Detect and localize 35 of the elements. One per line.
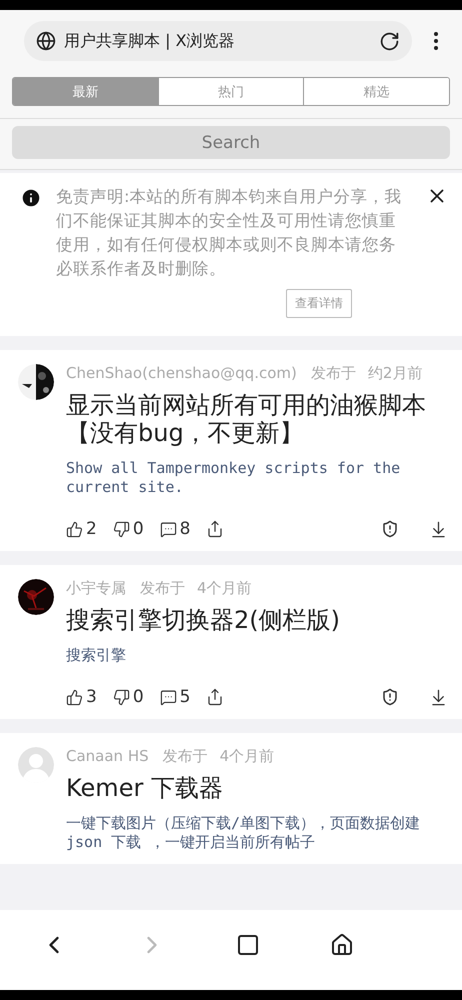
tabs-icon[interactable] [236,933,260,957]
page-title: 用户共享脚本 | X浏览器 [64,30,236,52]
like-button[interactable]: 2 [66,519,97,539]
published-time: 4个月前 [220,747,274,766]
published-label: 发布于 [162,747,208,766]
globe-icon [36,31,56,51]
avatar-icon [18,747,54,783]
address-bar[interactable]: 用户共享脚本 | X浏览器 [24,21,412,61]
script-title[interactable]: Kemer 下载器 [66,774,448,802]
script-description: 一键下载图片（压缩下载/单图下载），页面数据创建 json 下载 ，一键开启当前所有帖子 [66,814,422,852]
published-time: 约2月前 [368,364,422,383]
report-icon[interactable] [381,688,399,706]
published-label: 发布于 [140,579,185,598]
like-button[interactable]: 3 [66,687,97,707]
script-card[interactable]: 小宇专属 发布于 4个月前 搜索引擎切换器2(侧栏版) 搜索引擎 3 0 5 [0,565,462,719]
script-title[interactable]: 搜索引擎切换器2(侧栏版) [66,606,448,634]
home-icon[interactable] [330,933,354,957]
search-field[interactable]: Search [12,126,450,159]
info-icon [20,187,42,209]
dislike-button[interactable]: 0 [112,687,144,707]
dislike-button[interactable]: 0 [112,519,144,539]
comment-button[interactable]: 5 [160,687,190,707]
script-description: Show all Tampermonkey scripts for the current site. [66,459,402,497]
disclaimer-text: 免责声明:本站的所有脚本钧来自用户分享，我们不能保证其脚本的安全性及可用性请您慎重使用，如有任何侵权脚本或则不良脚本请您务必联系作者及时删除。 [56,186,403,280]
script-card[interactable]: ChenShao(chenshao@qq.com) 发布于 约2月前 显示当前网站所有可用的油猴脚本【没有bug，不更新】 Show all Tampermonkey scripts for the current site. 2 0 8 [0,350,462,551]
script-card[interactable]: Canaan HS 发布于 4个月前 Kemer 下载器 一键下载图片（压缩下载/单图下载），页面数据创建 json 下载 ，一键开启当前所有帖子 [0,733,462,864]
published-time: 4个月前 [197,579,252,598]
share-icon[interactable] [206,520,224,538]
published-label: 发布于 [310,364,356,383]
script-description: 搜索引擎 [66,646,127,665]
reload-icon[interactable] [379,30,400,52]
share-icon[interactable] [206,688,224,706]
comment-button[interactable]: 8 [160,519,190,539]
report-icon[interactable] [381,520,399,538]
script-title[interactable]: 显示当前网站所有可用的油猴脚本【没有bug，不更新】 [66,391,448,447]
